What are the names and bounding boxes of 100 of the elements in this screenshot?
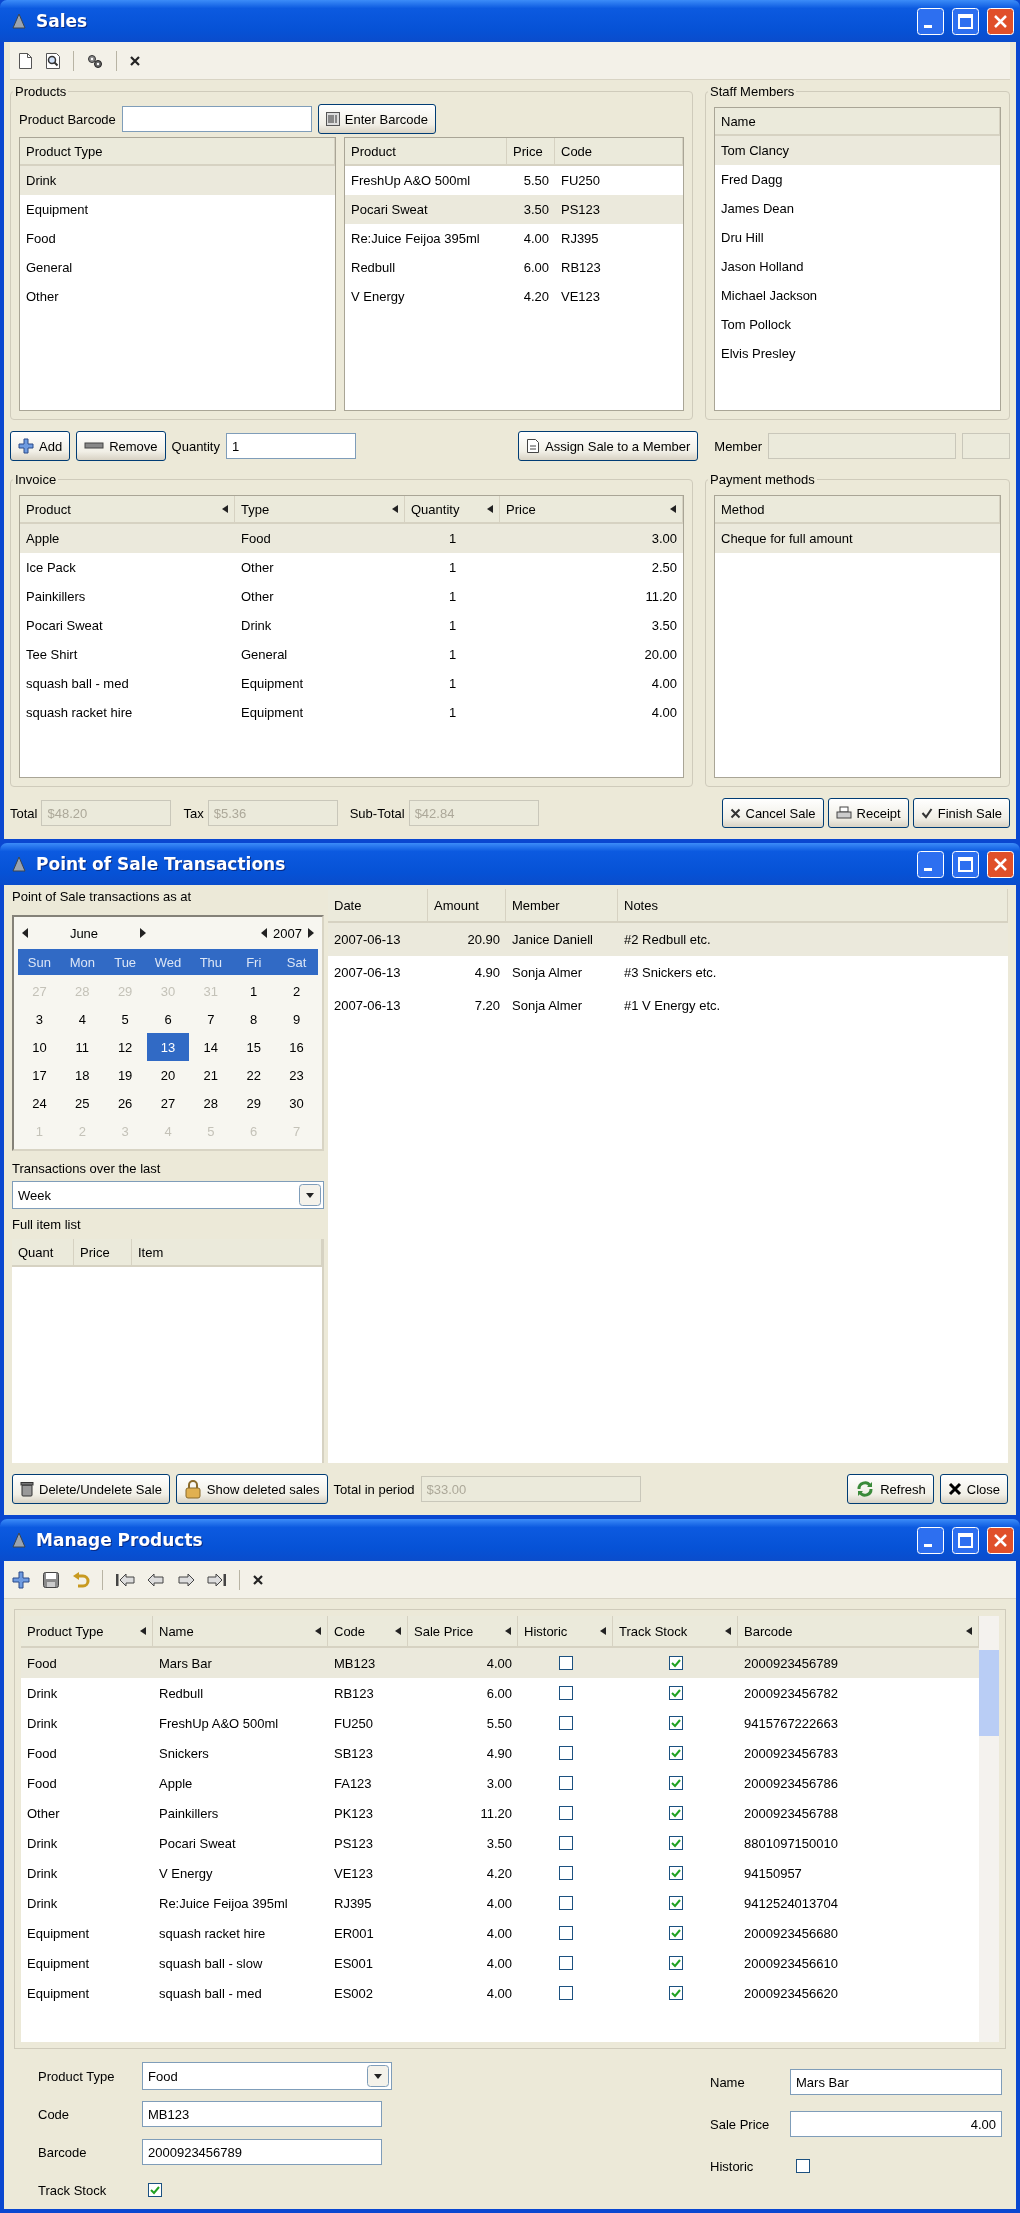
dropdown[interactable]: Food xyxy=(142,2062,392,2090)
table-row[interactable]: Re:Juice Feijoa 395ml 4.00 RJ395 xyxy=(345,224,683,253)
calendar-day[interactable]: 12 xyxy=(103,1033,147,1061)
assign-member-button[interactable]: Assign Sale to a Member xyxy=(518,431,699,461)
table-row[interactable]: 2007-06-13 4.90 Sonja Almer #3 Snickers etc. xyxy=(328,956,1008,989)
table-row[interactable]: Equipment xyxy=(20,195,335,224)
calendar-day[interactable]: 7 xyxy=(189,1005,233,1033)
column-header[interactable]: Quant xyxy=(12,1239,74,1265)
column-header[interactable]: Historic xyxy=(518,1616,613,1646)
table-row[interactable]: Equipment squash racket hire ER001 4.00 2000923456680 xyxy=(21,1918,979,1948)
table-row[interactable]: Jason Holland xyxy=(715,252,1000,281)
calendar-day[interactable]: 16 xyxy=(275,1033,318,1061)
column-header[interactable]: Product xyxy=(345,138,507,164)
delete-sale-button[interactable]: Delete/Undelete Sale xyxy=(12,1474,170,1504)
calendar-day[interactable]: 4 xyxy=(60,1005,104,1033)
table-row[interactable]: Food Apple FA123 3.00 2000923456786 xyxy=(21,1768,979,1798)
column-header[interactable]: Name xyxy=(715,108,1000,134)
table-row[interactable]: 2007-06-13 20.90 Janice Daniell #2 Redbull etc. xyxy=(328,923,1008,956)
enter-barcode-button[interactable]: Enter Barcode xyxy=(317,104,436,134)
table-row[interactable]: Drink Redbull RB123 6.00 2000923456782 xyxy=(21,1678,979,1708)
checkbox[interactable] xyxy=(558,1986,573,2000)
table-row[interactable]: Drink Re:Juice Feijoa 395ml RJ395 4.00 9412524013704 xyxy=(21,1888,979,1918)
column-header[interactable]: Product Type xyxy=(20,138,335,164)
table-row[interactable]: squash racket hire Equipment 1 4.00 xyxy=(20,698,683,727)
footer-button[interactable]: Cancel Sale xyxy=(721,798,824,828)
checkbox[interactable] xyxy=(148,2183,162,2197)
save-icon[interactable] xyxy=(42,1570,60,1589)
table-row[interactable]: Pocari Sweat 3.50 PS123 xyxy=(345,195,683,224)
minimize-button[interactable] xyxy=(917,850,944,878)
table-row[interactable]: Redbull 6.00 RB123 xyxy=(345,253,683,282)
table-row[interactable]: Cheque for full amount xyxy=(715,524,1000,553)
checkbox[interactable] xyxy=(668,1686,683,1700)
close-icon[interactable] xyxy=(129,54,141,67)
table-row[interactable]: Painkillers Other 1 11.20 xyxy=(20,582,683,611)
table-row[interactable]: Equipment squash ball - med ES002 4.00 2000923456620 xyxy=(21,1978,979,2008)
code-field[interactable]: MB123 xyxy=(142,2101,382,2127)
calendar-day[interactable]: 28 xyxy=(189,1089,233,1117)
column-header[interactable]: Track Stock xyxy=(613,1616,738,1646)
column-header[interactable]: Code xyxy=(555,138,683,164)
column-header[interactable]: Notes xyxy=(618,889,1008,921)
footer-button[interactable]: Finish Sale xyxy=(912,798,1010,828)
next-year-icon[interactable] xyxy=(308,928,314,938)
calendar-day[interactable]: 27 xyxy=(146,1089,190,1117)
footer-button[interactable]: Receipt xyxy=(827,798,909,828)
column-header[interactable]: Product Type xyxy=(21,1616,153,1646)
checkbox[interactable] xyxy=(668,1956,683,1970)
calendar-day[interactable]: 29 xyxy=(232,1089,276,1117)
calendar-day[interactable]: 5 xyxy=(103,1005,147,1033)
add-icon[interactable] xyxy=(12,1570,30,1589)
table-row[interactable]: Drink Pocari Sweat PS123 3.50 8801097150010 xyxy=(21,1828,979,1858)
checkbox[interactable] xyxy=(558,1926,573,1940)
calendar-day[interactable]: 21 xyxy=(189,1061,233,1089)
column-header[interactable]: Product xyxy=(20,496,235,522)
table-row[interactable]: Tom Clancy xyxy=(715,136,1000,165)
checkbox[interactable] xyxy=(668,1746,683,1760)
refresh-button[interactable]: Refresh xyxy=(847,1474,934,1504)
close-button[interactable] xyxy=(987,850,1014,878)
column-header[interactable]: Amount xyxy=(428,889,506,921)
table-row[interactable]: squash ball - med Equipment 1 4.00 xyxy=(20,669,683,698)
checkbox[interactable] xyxy=(668,1776,683,1790)
table-row[interactable]: Food Snickers SB123 4.90 2000923456783 xyxy=(21,1738,979,1768)
column-header[interactable]: Price xyxy=(500,496,683,522)
minimize-button[interactable] xyxy=(917,1526,944,1554)
maximize-button[interactable] xyxy=(952,7,979,35)
checkbox[interactable] xyxy=(668,1806,683,1820)
remove-button[interactable]: Remove xyxy=(76,431,166,461)
column-header[interactable]: Code xyxy=(328,1616,408,1646)
table-row[interactable]: Michael Jackson xyxy=(715,281,1000,310)
checkbox[interactable] xyxy=(558,1866,573,1880)
previous-year-icon[interactable] xyxy=(261,928,268,938)
calendar-day[interactable]: 24 xyxy=(18,1089,61,1117)
column-header[interactable]: Member xyxy=(506,889,618,921)
next-month-icon[interactable] xyxy=(140,928,146,938)
gears-icon[interactable] xyxy=(86,52,104,69)
table-row[interactable]: James Dean xyxy=(715,194,1000,223)
calendar-day[interactable]: 14 xyxy=(189,1033,233,1061)
column-header[interactable]: Date xyxy=(328,889,428,921)
checkbox[interactable] xyxy=(668,1716,683,1730)
column-header[interactable]: Quantity xyxy=(405,496,500,522)
table-row[interactable]: Equipment squash ball - slow ES001 4.00 2000923456610 xyxy=(21,1948,979,1978)
minimize-button[interactable] xyxy=(917,7,944,35)
checkbox[interactable] xyxy=(558,1716,573,1730)
column-header[interactable]: Method xyxy=(715,496,1000,522)
calendar-day[interactable]: 3 xyxy=(18,1005,61,1033)
calendar-day[interactable]: 1 xyxy=(232,977,276,1005)
column-header[interactable]: Price xyxy=(507,138,555,164)
table-row[interactable]: Tee Shirt General 1 20.00 xyxy=(20,640,683,669)
maximize-button[interactable] xyxy=(952,1526,979,1554)
table-row[interactable]: FreshUp A&O 500ml 5.50 FU250 xyxy=(345,166,683,195)
new-document-icon[interactable] xyxy=(18,51,33,70)
show-deleted-button[interactable]: Show deleted sales xyxy=(175,1474,328,1504)
checkbox[interactable] xyxy=(558,1776,573,1790)
table-row[interactable]: Food Mars Bar MB123 4.00 2000923456789 xyxy=(21,1648,979,1678)
first-record-icon[interactable] xyxy=(115,1572,135,1587)
table-row[interactable]: Drink FreshUp A&O 500ml FU250 5.50 9415767222663 xyxy=(21,1708,979,1738)
table-row[interactable]: Tom Pollock xyxy=(715,310,1000,339)
scrollbar[interactable] xyxy=(979,1616,999,2042)
table-row[interactable]: Drink xyxy=(20,166,335,195)
calendar-day[interactable]: 20 xyxy=(146,1061,190,1089)
calendar-day[interactable]: 2 xyxy=(275,977,318,1005)
